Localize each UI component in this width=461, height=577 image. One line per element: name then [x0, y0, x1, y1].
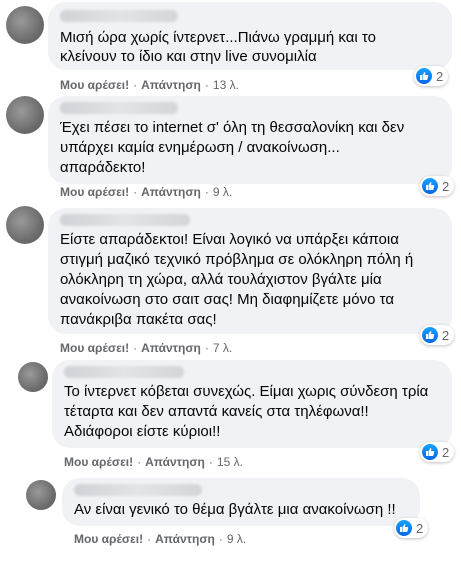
comment-text-line: υπάρχει καμία ενημέρωση / ανακοίνωση... — [60, 139, 340, 156]
comment-text-line: τέταρτα και δεν απαντά κανείς στα τηλέφω… — [64, 403, 369, 420]
comment-text-line: κλείνουν το ίδιο και στην live συνομιλία — [60, 48, 317, 65]
like-icon — [422, 178, 438, 194]
like-icon — [422, 327, 438, 343]
comment-timestamp[interactable]: 9 λ. — [213, 185, 232, 199]
avatar[interactable] — [18, 362, 48, 392]
comment-actions: Μου αρέσει! · Απάντηση · 7 λ. — [60, 341, 233, 355]
reaction-count-value: 2 — [436, 68, 444, 84]
avatar[interactable] — [6, 96, 44, 134]
like-button[interactable]: Μου αρέσει! — [60, 185, 129, 199]
comment-text-line: Αδιάφοροι είστε κύριοι!! — [64, 423, 221, 440]
avatar[interactable] — [6, 206, 44, 244]
comment-text-line: ανακοίνωση στο σαιτ σας! Μη διαφημίζετε … — [60, 291, 395, 308]
reply-button[interactable]: Απάντηση — [141, 341, 201, 355]
avatar[interactable] — [6, 6, 44, 44]
comment-text-line: ολόκληρη τη χώρα, αλλά τουλάχιστον βγάλτ… — [60, 271, 382, 288]
avatar[interactable] — [26, 480, 56, 510]
author-name-redacted[interactable] — [60, 10, 178, 22]
like-icon — [396, 520, 412, 536]
reply-button[interactable]: Απάντηση — [141, 185, 201, 199]
author-name-redacted[interactable] — [60, 214, 190, 226]
reply-button[interactable]: Απάντηση — [145, 455, 205, 469]
comment-bubble: Έχει πέσει το internet σ' όλη τη θεσσαλο… — [48, 96, 452, 184]
comment-timestamp[interactable]: 13 λ. — [213, 78, 239, 92]
comment-actions: Μου αρέσει! · Απάντηση · 15 λ. — [64, 455, 243, 469]
like-icon — [422, 444, 438, 460]
reaction-count[interactable]: 2 — [420, 442, 455, 462]
reaction-count-value: 2 — [442, 444, 450, 460]
like-button[interactable]: Μου αρέσει! — [60, 341, 129, 355]
comment-actions: Μου αρέσει! · Απάντηση · 13 λ. — [60, 78, 239, 92]
author-name-redacted[interactable] — [74, 484, 202, 496]
reply-button[interactable]: Απάντηση — [141, 78, 201, 92]
comment-text-line: Αν είναι γενικό το θέμα βγάλτε μια ανακο… — [74, 501, 396, 518]
comment-bubble: Αν είναι γενικό το θέμα βγάλτε μια ανακο… — [62, 478, 420, 526]
like-icon — [416, 68, 432, 84]
comment-text-line: Το ίντερνετ κόβεται συνεχώς. Είμαι χωρις… — [64, 383, 429, 400]
comment-bubble: Μισή ώρα χωρίς ίντερνετ...Πιάνω γραμμή κ… — [48, 2, 452, 70]
comment-text-line: πανάκριβα πακέτα σας! — [60, 311, 217, 328]
comment-text-line: στιγμή μαζικό τεχνικό πρόβλημα σε ολόκλη… — [60, 251, 414, 268]
comment-bubble: Το ίντερνετ κόβεται συνεχώς. Είμαι χωρις… — [52, 360, 452, 448]
like-button[interactable]: Μου αρέσει! — [74, 532, 143, 546]
like-button[interactable]: Μου αρέσει! — [60, 78, 129, 92]
comment-actions: Μου αρέσει! · Απάντηση · 9 λ. — [60, 185, 233, 199]
comment-text-line: Έχει πέσει το internet σ' όλη τη θεσσαλο… — [60, 119, 405, 136]
comment-timestamp[interactable]: 15 λ. — [217, 455, 243, 469]
reaction-count-value: 2 — [442, 327, 450, 343]
reaction-count[interactable]: 2 — [420, 325, 455, 345]
comment-bubble: Είστε απαράδεκτοι! Είναι λογικό να υπάρξ… — [48, 208, 452, 334]
comment-actions: Μου αρέσει! · Απάντηση · 9 λ. — [74, 532, 247, 546]
reply-button[interactable]: Απάντηση — [155, 532, 215, 546]
comment-timestamp[interactable]: 7 λ. — [213, 341, 232, 355]
reaction-count[interactable]: 2 — [414, 66, 449, 86]
reaction-count[interactable]: 2 — [394, 518, 429, 538]
comment-timestamp[interactable]: 9 λ. — [227, 532, 246, 546]
author-name-redacted[interactable] — [64, 366, 184, 378]
author-name-redacted[interactable] — [60, 102, 178, 114]
reaction-count-value: 2 — [442, 178, 450, 194]
comment-text-line: Είστε απαράδεκτοι! Είναι λογικό να υπάρξ… — [60, 231, 399, 248]
like-button[interactable]: Μου αρέσει! — [64, 455, 133, 469]
reaction-count[interactable]: 2 — [420, 176, 455, 196]
comment-text-line: απαράδεκτο! — [60, 159, 146, 176]
reaction-count-value: 2 — [416, 520, 424, 536]
comment-text-line: Μισή ώρα χωρίς ίντερνετ...Πιάνω γραμμή κ… — [60, 29, 376, 46]
